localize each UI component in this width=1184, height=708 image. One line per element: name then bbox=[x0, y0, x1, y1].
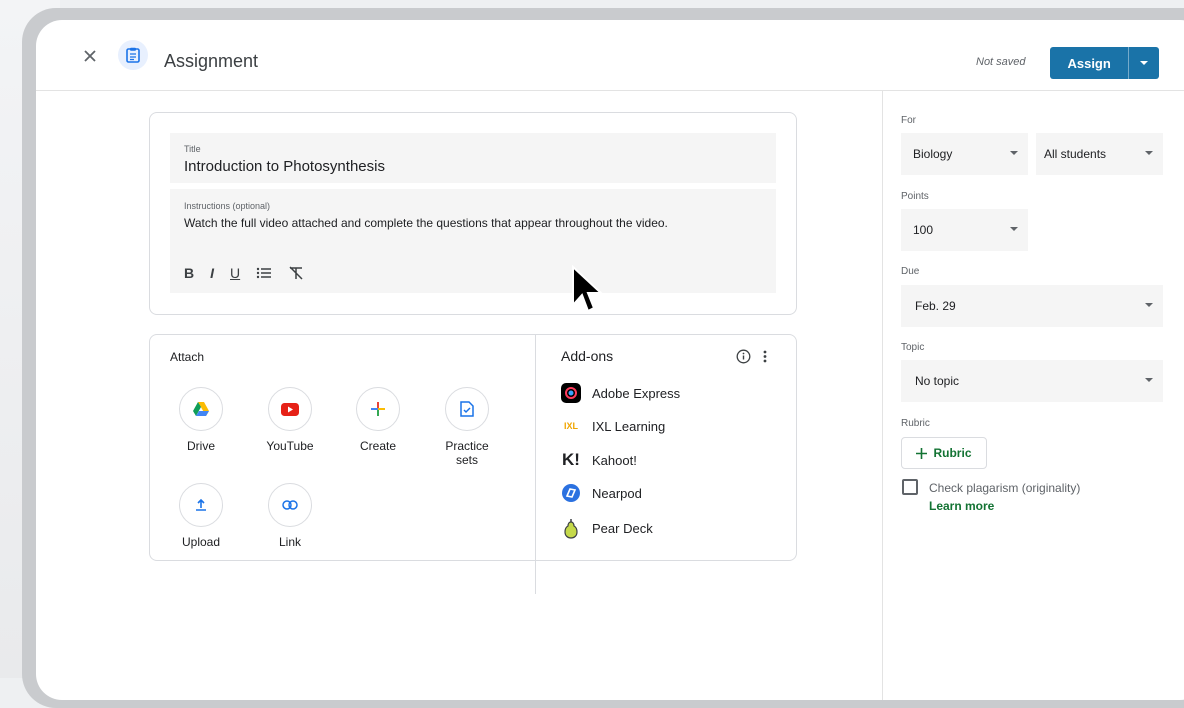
due-value: Feb. 29 bbox=[915, 299, 956, 313]
addon-adobe-express[interactable]: Adobe Express bbox=[560, 382, 680, 404]
students-select[interactable]: All students bbox=[1036, 133, 1163, 175]
attach-youtube[interactable]: YouTube bbox=[250, 387, 330, 453]
link-icon bbox=[268, 483, 312, 527]
points-value: 100 bbox=[913, 223, 934, 237]
caret-down-icon bbox=[1010, 151, 1018, 155]
details-card: Title Introduction to Photosynthesis Ins… bbox=[149, 112, 797, 315]
instructions-value: Watch the full video attached and comple… bbox=[184, 216, 668, 230]
for-label: For bbox=[901, 115, 916, 126]
italic-button[interactable]: I bbox=[210, 265, 214, 281]
add-rubric-button[interactable]: Rubric bbox=[901, 437, 987, 469]
app-window: Assignment Not saved Assign Title Introd… bbox=[36, 20, 1184, 700]
rubric-label: Rubric bbox=[901, 418, 930, 429]
youtube-label: YouTube bbox=[266, 439, 314, 453]
attach-practice-sets[interactable]: Practice sets bbox=[427, 387, 507, 467]
attach-heading: Attach bbox=[170, 350, 205, 364]
assign-options-button[interactable] bbox=[1129, 47, 1159, 79]
save-status: Not saved bbox=[976, 56, 1026, 68]
topic-select[interactable]: No topic bbox=[901, 360, 1163, 402]
clear-format-icon[interactable] bbox=[288, 265, 304, 281]
topic-value: No topic bbox=[915, 374, 960, 388]
addon-nearpod[interactable]: Nearpod bbox=[560, 482, 642, 504]
bold-button[interactable]: B bbox=[184, 265, 194, 281]
assign-button-group: Assign bbox=[1050, 47, 1159, 79]
drive-icon bbox=[179, 387, 223, 431]
points-label: Points bbox=[901, 191, 929, 202]
caret-down-icon bbox=[1145, 378, 1153, 382]
attach-create[interactable]: Create bbox=[338, 387, 418, 453]
topic-label: Topic bbox=[901, 342, 925, 353]
youtube-icon bbox=[268, 387, 312, 431]
underline-button[interactable]: U bbox=[230, 265, 240, 281]
ixl-icon: IXL bbox=[563, 421, 578, 431]
info-icon[interactable] bbox=[736, 349, 751, 364]
rubric-button-label: Rubric bbox=[933, 446, 972, 460]
format-toolbar: B I U bbox=[184, 265, 304, 281]
addon-label: Pear Deck bbox=[592, 520, 653, 536]
attach-drive[interactable]: Drive bbox=[161, 387, 241, 453]
mouse-cursor bbox=[572, 265, 603, 313]
attach-link[interactable]: Link bbox=[250, 483, 330, 549]
practice-sets-label: Practice sets bbox=[445, 439, 489, 467]
header: Assignment Not saved Assign bbox=[36, 20, 1184, 91]
plus-icon bbox=[916, 447, 928, 459]
instructions-field[interactable]: Instructions (optional) Watch the full v… bbox=[170, 189, 776, 293]
divider bbox=[535, 334, 536, 594]
more-vert-icon[interactable] bbox=[762, 349, 768, 364]
plus-icon bbox=[356, 387, 400, 431]
page-title: Assignment bbox=[164, 51, 259, 71]
due-label: Due bbox=[901, 266, 920, 277]
addon-label: Adobe Express bbox=[592, 385, 681, 401]
list-icon[interactable] bbox=[256, 265, 272, 281]
points-select[interactable]: 100 bbox=[901, 209, 1028, 251]
drive-label: Drive bbox=[186, 439, 215, 453]
due-select[interactable]: Feb. 29 bbox=[901, 285, 1163, 327]
attachments-card: Attach Drive YouTube Create Practice set… bbox=[149, 334, 797, 561]
caret-down-icon bbox=[1140, 61, 1149, 65]
addon-ixl[interactable]: IXL IXL Learning bbox=[560, 415, 665, 437]
assignment-icon bbox=[118, 40, 148, 70]
title-field[interactable]: Title Introduction to Photosynthesis bbox=[170, 133, 776, 183]
kahoot-icon: K! bbox=[562, 450, 580, 469]
assign-button[interactable]: Assign bbox=[1050, 47, 1130, 79]
students-value: All students bbox=[1044, 147, 1107, 161]
title-value: Introduction to Photosynthesis bbox=[184, 158, 385, 175]
link-label: Link bbox=[278, 535, 301, 549]
class-select[interactable]: Biology bbox=[901, 133, 1028, 175]
plagiarism-label: Check plagarism (originality) bbox=[929, 481, 1081, 495]
addon-label: Kahoot! bbox=[592, 452, 637, 468]
pear-deck-icon bbox=[560, 517, 582, 539]
create-label: Create bbox=[359, 439, 397, 453]
addon-label: Nearpod bbox=[592, 485, 642, 501]
attach-upload[interactable]: Upload bbox=[161, 483, 241, 549]
caret-down-icon bbox=[1010, 227, 1018, 231]
addon-label: IXL Learning bbox=[592, 418, 666, 434]
practice-sets-icon bbox=[445, 387, 489, 431]
adobe-express-icon bbox=[560, 382, 582, 404]
caret-down-icon bbox=[1145, 151, 1153, 155]
title-label: Title bbox=[184, 144, 201, 154]
addon-pear-deck[interactable]: Pear Deck bbox=[560, 517, 653, 539]
close-icon[interactable] bbox=[82, 48, 98, 64]
upload-icon bbox=[179, 483, 223, 527]
instructions-label: Instructions (optional) bbox=[184, 201, 271, 211]
addon-kahoot[interactable]: K! Kahoot! bbox=[560, 449, 637, 471]
class-value: Biology bbox=[913, 147, 953, 161]
learn-more-link[interactable]: Learn more bbox=[929, 499, 994, 513]
addons-heading: Add-ons bbox=[561, 348, 614, 364]
caret-down-icon bbox=[1145, 303, 1153, 307]
plagiarism-checkbox[interactable] bbox=[902, 479, 918, 495]
upload-label: Upload bbox=[181, 535, 221, 549]
nearpod-icon bbox=[560, 482, 582, 504]
